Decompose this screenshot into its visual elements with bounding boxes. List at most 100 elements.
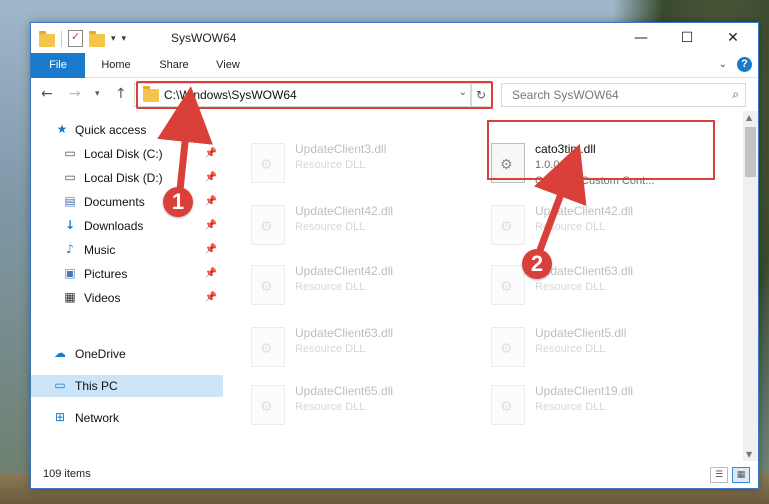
sidebar-item-pictures[interactable]: ▣ Pictures 📌 <box>31 263 223 285</box>
file-tile[interactable]: ⚙ UpdateClient42.dll Resource DLL <box>251 201 471 251</box>
file-tile[interactable]: ⚙ UpdateClient42.dll Resource DLL <box>491 201 711 251</box>
callout-2: 2 <box>522 249 552 279</box>
window-title: SysWOW64 <box>171 31 237 45</box>
folder-icon <box>39 31 55 47</box>
file-tile[interactable]: ⚙ UpdateClient3.dll Resource DLL <box>251 139 471 189</box>
file-tile[interactable]: ⚙ UpdateClient65.dll Resource DLL <box>251 381 471 431</box>
pin-icon[interactable]: 📌 <box>205 292 217 303</box>
file-tile[interactable]: ⚙ UpdateClient19.dll Resource DLL <box>491 381 711 431</box>
customize-toolbar-icon[interactable]: ▾ <box>111 34 116 44</box>
folder-icon <box>143 86 159 102</box>
sidebar-item-label: Downloads <box>84 219 144 233</box>
recent-locations-icon[interactable]: ▾ <box>95 89 100 99</box>
pin-icon[interactable]: 📌 <box>205 268 217 279</box>
file-tile[interactable]: ⚙ UpdateClient42.dll Resource DLL <box>251 261 471 311</box>
file-name: UpdateClient63.dll <box>295 326 394 340</box>
drive-icon: ▭ <box>64 146 76 160</box>
expand-ribbon-icon[interactable]: ⌄ <box>719 59 727 70</box>
sidebar-item-onedrive[interactable]: ☁ OneDrive <box>31 343 223 365</box>
dll-file-icon: ⚙ <box>491 265 525 305</box>
dll-file-icon: ⚙ <box>491 385 525 425</box>
minimize-button[interactable]: — <box>618 23 664 53</box>
file-tile[interactable]: ⚙ UpdateClient5.dll Resource DLL <box>491 323 711 373</box>
gear-icon: ⚙ <box>260 399 273 415</box>
explorer-window: ▾ ▾ SysWOW64 — ☐ ✕ File Home Share View … <box>30 22 759 489</box>
tiles-view-icon[interactable]: ▦ <box>732 467 750 483</box>
callout-1: 1 <box>163 187 193 217</box>
dll-file-icon: ⚙ <box>491 205 525 245</box>
dll-file-icon: ⚙ <box>251 385 285 425</box>
search-input[interactable]: Search SysWOW64 ⌕ <box>501 83 746 107</box>
pin-icon[interactable]: 📌 <box>205 220 217 231</box>
scroll-up-icon[interactable]: ▲ <box>746 113 752 122</box>
search-icon[interactable]: ⌕ <box>732 87 739 102</box>
tab-home[interactable]: Home <box>91 53 141 77</box>
file-type: Resource DLL <box>295 221 366 233</box>
maximize-button[interactable]: ☐ <box>664 23 710 53</box>
file-name: UpdateClient3.dll <box>295 142 387 156</box>
forward-arrow-icon[interactable]: → <box>69 86 81 102</box>
dll-file-icon: ⚙ <box>251 327 285 367</box>
back-arrow-icon[interactable]: ← <box>41 86 53 102</box>
file-description: CA-Time Custom Cont... <box>535 175 655 187</box>
search-placeholder: Search SysWOW64 <box>512 88 619 102</box>
gear-icon: ⚙ <box>500 399 513 415</box>
file-tile-cato3tim[interactable]: ⚙ cato3tim.dll 1.0.0.0 CA-Time Custom Co… <box>491 139 711 189</box>
file-type: Resource DLL <box>295 159 366 171</box>
scroll-thumb[interactable] <box>745 127 756 177</box>
sidebar-item-quick-access[interactable]: ★ Quick access <box>31 119 223 141</box>
help-icon[interactable]: ? <box>737 57 752 72</box>
sidebar-item-this-pc[interactable]: ▭ This PC <box>31 375 223 397</box>
close-button[interactable]: ✕ <box>710 23 756 53</box>
sidebar-item-label: Music <box>84 243 116 257</box>
sidebar-item-label: Quick access <box>75 123 147 137</box>
navigation-pane: ★ Quick access ▭ Local Disk (C:) 📌 ▭ Loc… <box>31 111 227 461</box>
gear-icon: ⚙ <box>500 157 513 173</box>
cloud-icon: ☁ <box>54 346 66 360</box>
pin-icon[interactable]: 📌 <box>205 244 217 255</box>
file-tile[interactable]: ⚙ UpdateClient63.dll Resource DLL <box>251 323 471 373</box>
up-arrow-icon[interactable]: ↑ <box>115 86 127 102</box>
status-bar: 109 items ☰ ▦ <box>31 463 758 488</box>
properties-icon[interactable] <box>68 30 83 47</box>
videos-icon: ▦ <box>64 290 76 304</box>
star-icon: ★ <box>56 122 68 136</box>
sidebar-item-local-disk-c[interactable]: ▭ Local Disk (C:) 📌 <box>31 143 223 165</box>
dll-file-icon: ⚙ <box>251 205 285 245</box>
address-bar[interactable]: C:\Windows\SysWOW64 ⌄ <box>134 83 472 107</box>
file-type: Resource DLL <box>535 221 606 233</box>
sidebar-item-network[interactable]: ⊞ Network <box>31 407 223 429</box>
scroll-down-icon[interactable]: ▼ <box>746 450 752 459</box>
pin-icon[interactable]: 📌 <box>205 196 217 207</box>
file-type: Resource DLL <box>535 343 606 355</box>
details-view-icon[interactable]: ☰ <box>710 467 728 483</box>
sidebar-item-videos[interactable]: ▦ Videos 📌 <box>31 287 223 309</box>
sidebar-item-downloads[interactable]: ↓ Downloads 📌 <box>31 215 223 237</box>
dll-file-icon: ⚙ <box>251 143 285 183</box>
sidebar-item-documents[interactable]: ▤ Documents 📌 <box>31 191 223 213</box>
sidebar-item-music[interactable]: ♪ Music 📌 <box>31 239 223 261</box>
gear-icon: ⚙ <box>500 341 513 357</box>
sidebar-item-label: Network <box>75 411 120 425</box>
vertical-scrollbar[interactable]: ▲ ▼ <box>743 111 758 461</box>
pin-icon[interactable]: 📌 <box>205 148 217 159</box>
tab-view[interactable]: View <box>205 53 251 77</box>
download-icon: ↓ <box>64 218 76 232</box>
address-path[interactable]: C:\Windows\SysWOW64 <box>164 88 297 102</box>
title-bar: ▾ ▾ SysWOW64 — ☐ ✕ <box>31 23 758 53</box>
file-name: cato3tim.dll <box>535 142 596 156</box>
qat-dropdown-icon[interactable]: ▾ <box>122 34 127 44</box>
document-icon: ▤ <box>64 194 76 208</box>
file-list: ⚙ UpdateClient3.dll Resource DLL ⚙ Updat… <box>227 111 743 461</box>
file-name: UpdateClient19.dll <box>535 384 634 398</box>
file-version: 1.0.0.0 <box>535 159 569 171</box>
new-folder-icon[interactable] <box>89 31 105 47</box>
sidebar-item-local-disk-d[interactable]: ▭ Local Disk (D:) 📌 <box>31 167 223 189</box>
dll-file-icon: ⚙ <box>491 143 525 183</box>
tab-share[interactable]: Share <box>149 53 199 77</box>
ribbon-tabs: File Home Share View ⌄ ? <box>31 53 758 103</box>
drive-icon: ▭ <box>64 170 76 184</box>
refresh-icon[interactable]: ↻ <box>470 83 492 107</box>
pin-icon[interactable]: 📌 <box>205 172 217 183</box>
chevron-down-icon[interactable]: ⌄ <box>459 87 467 98</box>
